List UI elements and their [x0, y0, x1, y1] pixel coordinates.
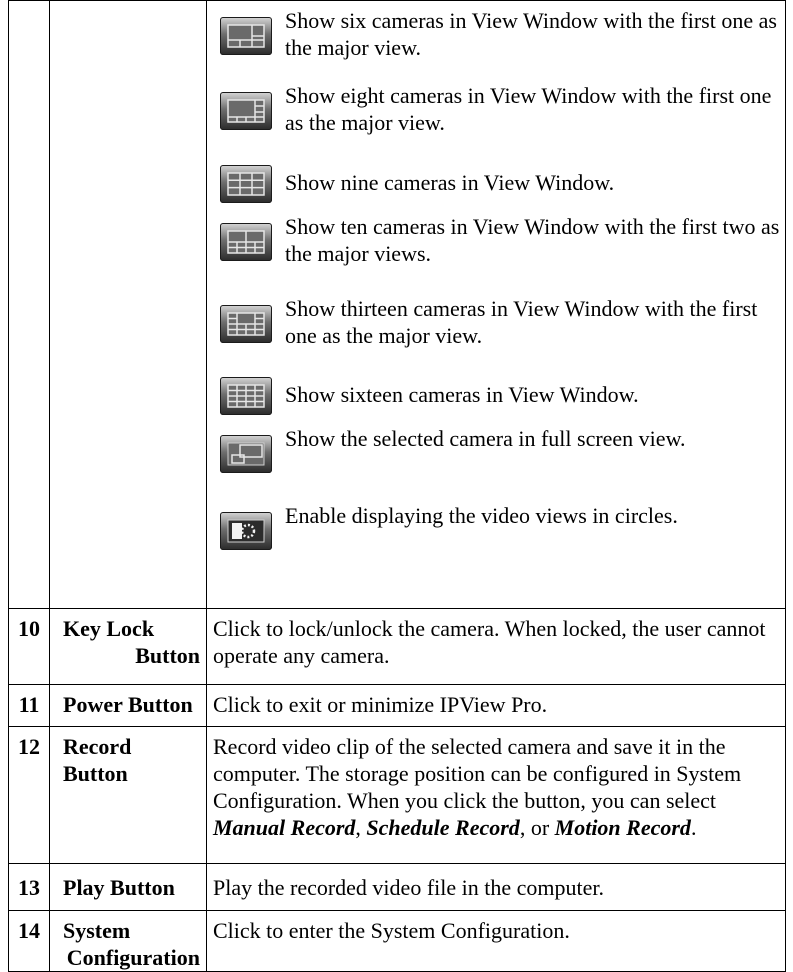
row-name-line: Button: [135, 643, 200, 668]
row-number: 11: [8, 684, 50, 727]
thirteen-camera-layout-icon: [220, 305, 272, 343]
option-schedule-record: Schedule Record: [366, 815, 520, 840]
list-item: Show eight cameras in View Window with t…: [207, 82, 785, 161]
list-item: Enable displaying the video views in cir…: [207, 502, 785, 577]
view-mode-description: Show thirteen cameras in View Window wit…: [285, 296, 758, 348]
row-number: 13: [8, 863, 50, 911]
row-name-line: System: [63, 918, 131, 943]
row-name: Power Button: [49, 684, 207, 727]
row-number: 14: [8, 910, 50, 972]
view-mode-description: Show six cameras in View Window with the…: [285, 8, 777, 60]
row-number: 10: [8, 608, 50, 685]
circle-view-icon: [220, 512, 272, 550]
row-description: Click to enter the System Configuration.: [206, 910, 786, 972]
row-name: Record Button: [49, 726, 207, 864]
list-item: Show thirteen cameras in View Window wit…: [207, 295, 785, 373]
list-item: Show six cameras in View Window with the…: [207, 7, 785, 82]
row-description: Click to exit or minimize IPView Pro.: [206, 684, 786, 727]
eight-camera-layout-icon: [220, 92, 272, 130]
view-mode-description: Show eight cameras in View Window with t…: [285, 83, 772, 135]
table-row: Show six cameras in View Window with the…: [8, 0, 786, 609]
table-row: 11 Power Button Click to exit or minimiz…: [8, 684, 786, 727]
option-manual-record: Manual Record: [213, 815, 356, 840]
nine-camera-layout-icon: [220, 165, 272, 203]
view-mode-description: Enable displaying the video views in cir…: [285, 503, 678, 528]
sixteen-camera-layout-icon: [220, 377, 272, 415]
button-description-table: Show six cameras in View Window with the…: [8, 0, 786, 972]
separator: , or: [519, 815, 555, 840]
row-name-cell: [49, 0, 207, 609]
row-name-line: Key Lock: [63, 616, 155, 641]
six-camera-layout-icon: [220, 17, 272, 55]
row-description: Click to lock/unlock the camera. When lo…: [206, 608, 786, 685]
table-row: 10 Key Lock Button Click to lock/unlock …: [8, 608, 786, 685]
view-mode-description: Show the selected camera in full screen …: [285, 426, 686, 451]
list-item: Show nine cameras in View Window.: [207, 161, 785, 213]
row-description-text: Record video clip of the selected camera…: [213, 734, 742, 813]
table-row: 14 System Configuration Click to enter t…: [8, 910, 786, 972]
row-name: Play Button: [49, 863, 207, 911]
view-mode-description: Show nine cameras in View Window.: [285, 170, 615, 195]
row-name: Key Lock Button: [49, 608, 207, 685]
row-number: 12: [8, 726, 50, 864]
view-mode-description: Show sixteen cameras in View Window.: [285, 382, 639, 407]
row-name: System Configuration: [49, 910, 207, 972]
row-number-cell: [8, 0, 50, 609]
option-motion-record: Motion Record: [554, 815, 691, 840]
period: .: [690, 815, 697, 840]
view-modes-cell: Show six cameras in View Window with the…: [206, 0, 786, 609]
list-item: Show ten cameras in View Window with the…: [207, 213, 785, 295]
view-mode-description: Show ten cameras in View Window with the…: [285, 214, 780, 266]
table-row: 13 Play Button Play the recorded video f…: [8, 863, 786, 911]
separator: ,: [355, 815, 367, 840]
row-description: Play the recorded video file in the comp…: [206, 863, 786, 911]
ten-camera-layout-icon: [220, 223, 272, 261]
row-name-line: Configuration: [66, 945, 200, 970]
list-item: Show sixteen cameras in View Window.: [207, 373, 785, 425]
list-item: Show the selected camera in full screen …: [207, 425, 785, 502]
row-description: Record video clip of the selected camera…: [206, 726, 786, 864]
full-screen-icon: [220, 435, 272, 473]
table-row: 12 Record Button Record video clip of th…: [8, 726, 786, 864]
